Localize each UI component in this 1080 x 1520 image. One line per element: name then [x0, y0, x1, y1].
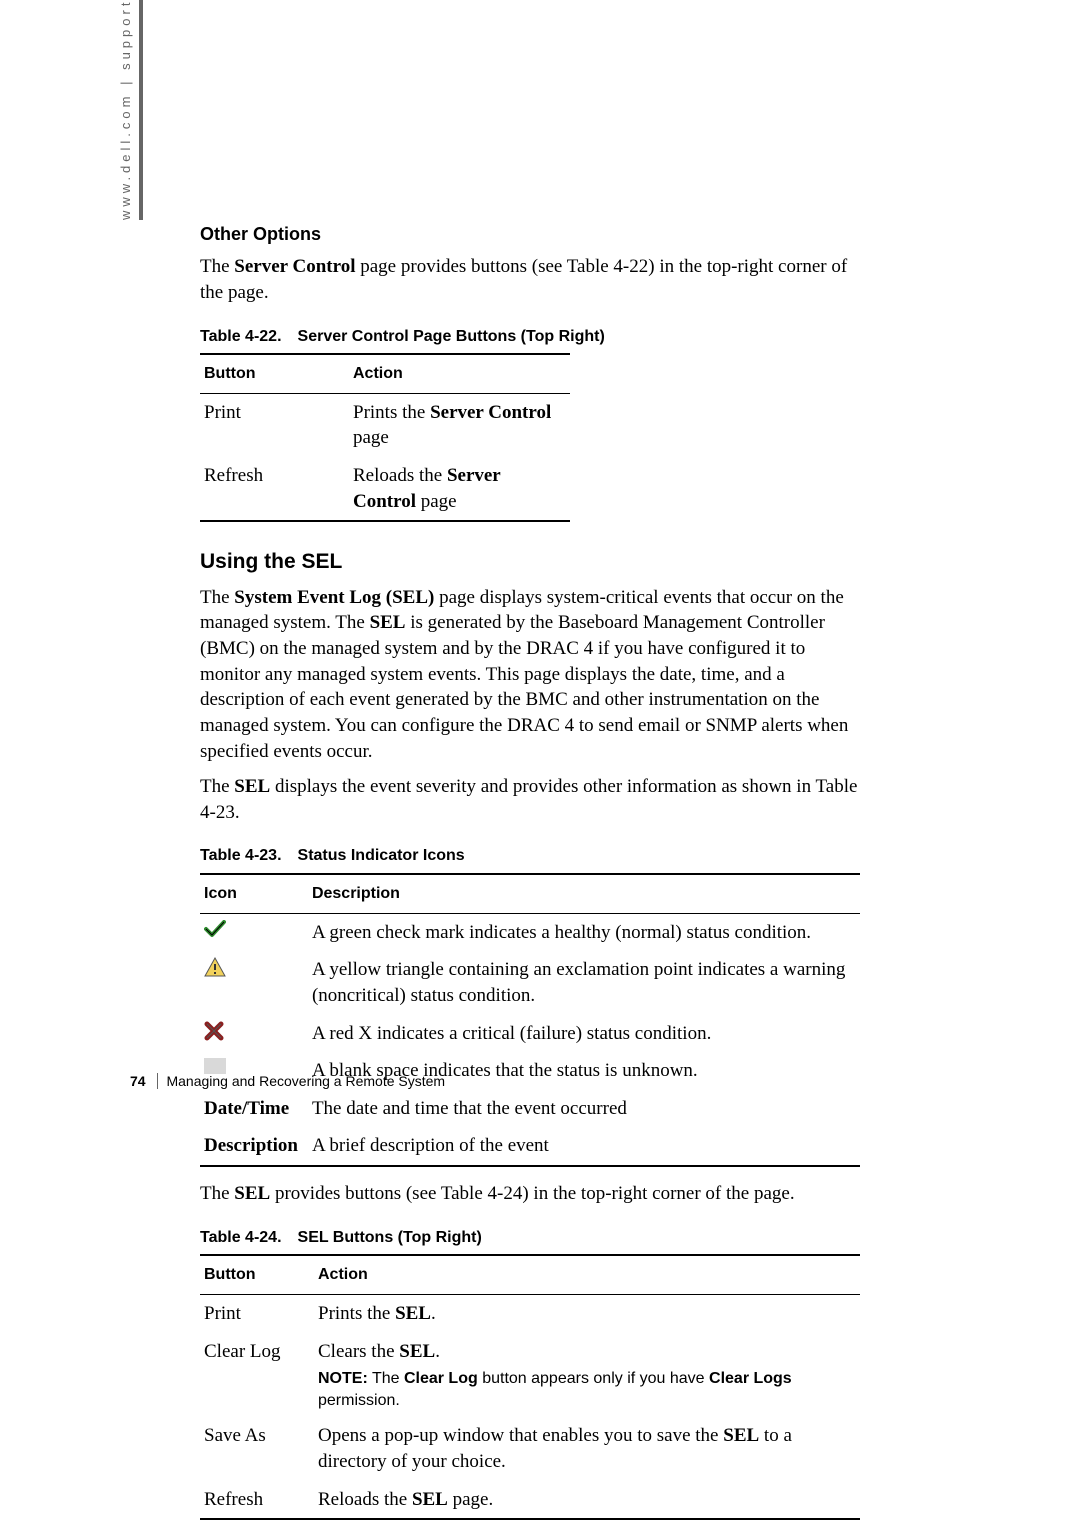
- table-row: Refresh Reloads the SEL page.: [200, 1481, 860, 1520]
- th-button: Button: [200, 1255, 314, 1294]
- footer-separator: [157, 1073, 158, 1089]
- table-row: A yellow triangle containing an exclamat…: [200, 951, 860, 1014]
- th-icon: Icon: [200, 874, 308, 913]
- table-row: Print Prints the Server Control page: [200, 393, 570, 457]
- table-4-22: Button Action Print Prints the Server Co…: [200, 353, 570, 522]
- th-description: Description: [308, 874, 860, 913]
- page-body: Other Options The Server Control page pr…: [200, 222, 860, 1520]
- table-row: A green check mark indicates a healthy (…: [200, 913, 860, 951]
- table-row: A red X indicates a critical (failure) s…: [200, 1015, 860, 1053]
- status-warning-icon: [204, 957, 298, 977]
- table-4-24: Button Action Print Prints the SEL. Clea…: [200, 1254, 860, 1520]
- page-number: 74: [130, 1073, 146, 1089]
- table-row: Clear Log Clears the SEL. NOTE: The Clea…: [200, 1333, 860, 1418]
- para-sel-2: The SEL displays the event severity and …: [200, 774, 860, 825]
- th-action: Action: [349, 354, 570, 393]
- table-row: Save As Opens a pop-up window that enabl…: [200, 1417, 860, 1480]
- table-row: Refresh Reloads the Server Control page: [200, 457, 570, 521]
- caption-table-4-23: Table 4-23.Status Indicator Icons: [200, 845, 860, 867]
- margin-website-tab: www.dell.com | support.dell.com: [117, 0, 143, 220]
- page-footer: 74 Managing and Recovering a Remote Syst…: [130, 1072, 445, 1091]
- para-sel-3: The SEL provides buttons (see Table 4-24…: [200, 1181, 860, 1207]
- table-row: Date/Time The date and time that the eve…: [200, 1090, 860, 1128]
- th-action: Action: [314, 1255, 860, 1294]
- status-ok-icon: [204, 920, 298, 938]
- note-clear-log: NOTE: The Clear Log button appears only …: [318, 1368, 850, 1411]
- caption-table-4-22: Table 4-22.Server Control Page Buttons (…: [200, 326, 860, 348]
- th-button: Button: [200, 354, 349, 393]
- caption-table-4-24: Table 4-24.SEL Buttons (Top Right): [200, 1227, 860, 1249]
- heading-using-sel: Using the SEL: [200, 548, 860, 576]
- heading-other-options: Other Options: [200, 222, 860, 246]
- footer-chapter: Managing and Recovering a Remote System: [166, 1073, 445, 1089]
- table-row: Print Prints the SEL.: [200, 1294, 860, 1332]
- para-server-control-intro: The Server Control page provides buttons…: [200, 254, 860, 305]
- para-sel-1: The System Event Log (SEL) page displays…: [200, 585, 860, 764]
- table-4-23: Icon Description A green check mark indi…: [200, 873, 860, 1167]
- table-row: Description A brief description of the e…: [200, 1127, 860, 1166]
- status-critical-icon: [204, 1021, 298, 1041]
